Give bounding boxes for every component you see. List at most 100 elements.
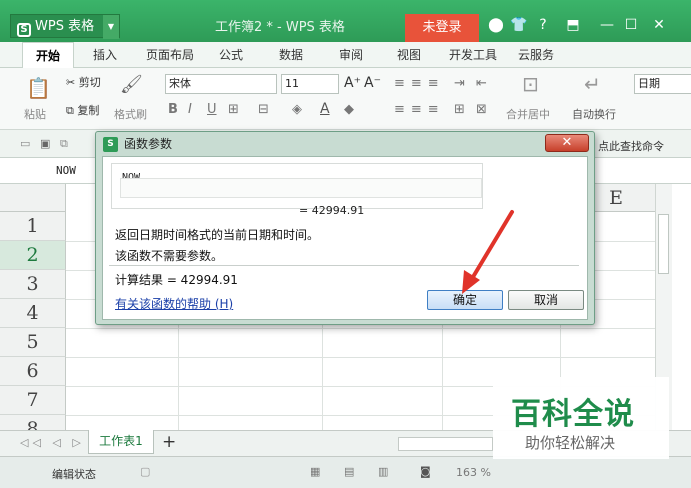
- edit-state: 编辑状态: [52, 468, 96, 481]
- login-button[interactable]: 未登录: [405, 14, 479, 42]
- cut-button[interactable]: ✂ 剪切: [66, 74, 101, 90]
- align-left-icons[interactable]: ≡≡≡: [394, 102, 445, 117]
- watermark: 百科全说 助你轻松解决: [493, 377, 669, 459]
- row-header[interactable]: 3: [0, 270, 66, 299]
- function-argument-area: [120, 178, 482, 198]
- horizontal-scrollbar[interactable]: [398, 437, 493, 451]
- row-header[interactable]: 5: [0, 328, 66, 357]
- function-description: 返回日期时间格式的当前日期和时间。: [115, 228, 320, 242]
- font-name-select[interactable]: 宋体: [165, 74, 277, 94]
- reading-mode-icon[interactable]: ◙: [420, 465, 431, 478]
- watermark-subtitle: 助你轻松解决: [525, 434, 616, 452]
- tab-formulas[interactable]: 公式: [208, 42, 254, 68]
- red-arrow-annotation: [462, 210, 514, 294]
- find-command-box[interactable]: 点此查找命令: [598, 138, 664, 154]
- wrap-text-icon[interactable]: ↵: [584, 72, 601, 96]
- copy-button[interactable]: ⧉ 复制: [66, 102, 99, 118]
- row-header[interactable]: 8: [0, 415, 66, 430]
- indent-icon[interactable]: ⇥: [454, 76, 465, 91]
- app-menu-button[interactable]: S WPS 表格 ▼: [10, 14, 120, 39]
- row-header-selected[interactable]: 2: [0, 241, 66, 270]
- distribute-icon[interactable]: ⊞: [454, 102, 465, 117]
- dialog-close-button[interactable]: ✕: [545, 134, 589, 152]
- chevron-down-icon[interactable]: ▼: [103, 15, 119, 39]
- dialog-title: 函数参数: [124, 137, 173, 151]
- cut-label: 剪切: [78, 76, 101, 89]
- function-arguments-dialog: S 函数参数 ✕ NOW = 42994.91 返回日期时间格式的当前日期和时间…: [95, 131, 595, 325]
- justify-icon[interactable]: ⊠: [476, 102, 487, 117]
- shirt-icon[interactable]: 👕: [508, 17, 530, 33]
- parameter-note: 该函数不需要参数。: [115, 249, 224, 263]
- tab-page-layout[interactable]: 页面布局: [140, 42, 200, 68]
- page-break-view-icon[interactable]: ▥: [378, 465, 388, 478]
- status-bar: 编辑状态 ▢ ▦ ▤ ▥ ◙ 163 %: [0, 456, 691, 488]
- underline-icon[interactable]: U: [207, 102, 217, 117]
- italic-icon[interactable]: I: [188, 102, 192, 117]
- bold-icon[interactable]: B: [168, 102, 178, 117]
- format-painter-button[interactable]: 格式刷: [114, 106, 147, 122]
- tab-cloud[interactable]: 云服务: [512, 42, 560, 68]
- paste-button[interactable]: 粘贴: [24, 106, 46, 122]
- fill-color-icon[interactable]: ◈: [292, 102, 302, 117]
- number-format-select[interactable]: 日期: [634, 74, 691, 94]
- tab-view[interactable]: 视图: [386, 42, 432, 68]
- tab-data[interactable]: 数据: [268, 42, 314, 68]
- wrap-text-button[interactable]: 自动换行: [572, 106, 616, 122]
- ribbon-tabs: 开始 插入 页面布局 公式 数据 审阅 视图 开发工具 云服务: [0, 42, 691, 68]
- app-name: WPS 表格: [35, 19, 95, 34]
- function-group-box: NOW: [111, 163, 483, 209]
- restore-layout-icon[interactable]: ⬒: [562, 17, 584, 33]
- row-header[interactable]: 6: [0, 357, 66, 386]
- copy-icon: ⧉: [66, 104, 78, 117]
- grid-line: [66, 357, 672, 358]
- clear-format-icon[interactable]: ◆: [344, 102, 354, 117]
- close-icon[interactable]: ✕: [648, 17, 670, 33]
- normal-view-icon[interactable]: ▦: [310, 465, 320, 478]
- scissors-icon: ✂: [66, 76, 79, 89]
- add-sheet-button[interactable]: +: [162, 432, 176, 452]
- row-header[interactable]: 1: [0, 212, 66, 241]
- font-color-icon[interactable]: A: [320, 101, 330, 117]
- function-help-link[interactable]: 有关该函数的帮助 (H): [115, 295, 233, 312]
- tab-developer[interactable]: 开发工具: [444, 42, 502, 68]
- wps-logo-icon: S: [17, 23, 31, 37]
- font-grow-icon[interactable]: A⁺: [344, 75, 361, 91]
- macro-icon[interactable]: ▢: [140, 465, 150, 478]
- tab-insert[interactable]: 插入: [80, 42, 130, 68]
- document-title: 工作簿2 * - WPS 表格: [215, 20, 345, 35]
- paste-icon[interactable]: 📋: [26, 76, 51, 100]
- font-size-select[interactable]: 11: [281, 74, 339, 94]
- row-header[interactable]: 4: [0, 299, 66, 328]
- merge-cells-icon[interactable]: ⊟: [258, 102, 269, 117]
- brush-icon[interactable]: 🖌: [120, 74, 143, 95]
- merge-center-button[interactable]: 合并居中: [506, 106, 550, 122]
- outdent-icon[interactable]: ⇤: [476, 76, 487, 91]
- grid-line: [66, 328, 672, 329]
- align-top-icons[interactable]: ≡≡≡: [394, 76, 445, 91]
- maximize-icon[interactable]: ☐: [620, 17, 642, 33]
- help-icon[interactable]: ?: [532, 17, 554, 33]
- merge-center-icon[interactable]: ⊡: [522, 72, 539, 96]
- copy-label: 复制: [77, 104, 100, 117]
- ribbon: 📋 粘贴 ✂ 剪切 ⧉ 复制 🖌 格式刷 宋体 11 A⁺ A⁻ B I U ⊞…: [0, 68, 691, 130]
- save-icon[interactable]: ▣: [40, 137, 50, 150]
- open-folder-icon[interactable]: ▭: [20, 137, 30, 150]
- minimize-icon[interactable]: —: [596, 17, 618, 33]
- row-header[interactable]: 7: [0, 386, 66, 415]
- skin-icon[interactable]: ⬤: [485, 17, 507, 33]
- arrow-shaft: [468, 210, 514, 284]
- sheet-tab[interactable]: 工作表1: [88, 430, 154, 454]
- calculation-result: 计算结果 = 42994.91: [115, 273, 238, 287]
- watermark-title: 百科全说: [511, 397, 635, 432]
- tab-home[interactable]: 开始: [22, 42, 74, 68]
- zoom-level[interactable]: 163 %: [456, 466, 491, 479]
- export-pdf-icon[interactable]: ⧉: [60, 137, 68, 151]
- border-icon[interactable]: ⊞: [228, 102, 239, 117]
- scroll-thumb[interactable]: [658, 214, 669, 274]
- page-layout-view-icon[interactable]: ▤: [344, 465, 354, 478]
- font-shrink-icon[interactable]: A⁻: [364, 75, 381, 91]
- title-bar: S WPS 表格 ▼ 工作簿2 * - WPS 表格 未登录 ⬤ 👕 ? ⬒ — …: [0, 0, 691, 42]
- tab-review[interactable]: 审阅: [328, 42, 374, 68]
- select-all-corner[interactable]: [0, 184, 66, 212]
- function-result: = 42994.91: [299, 204, 365, 217]
